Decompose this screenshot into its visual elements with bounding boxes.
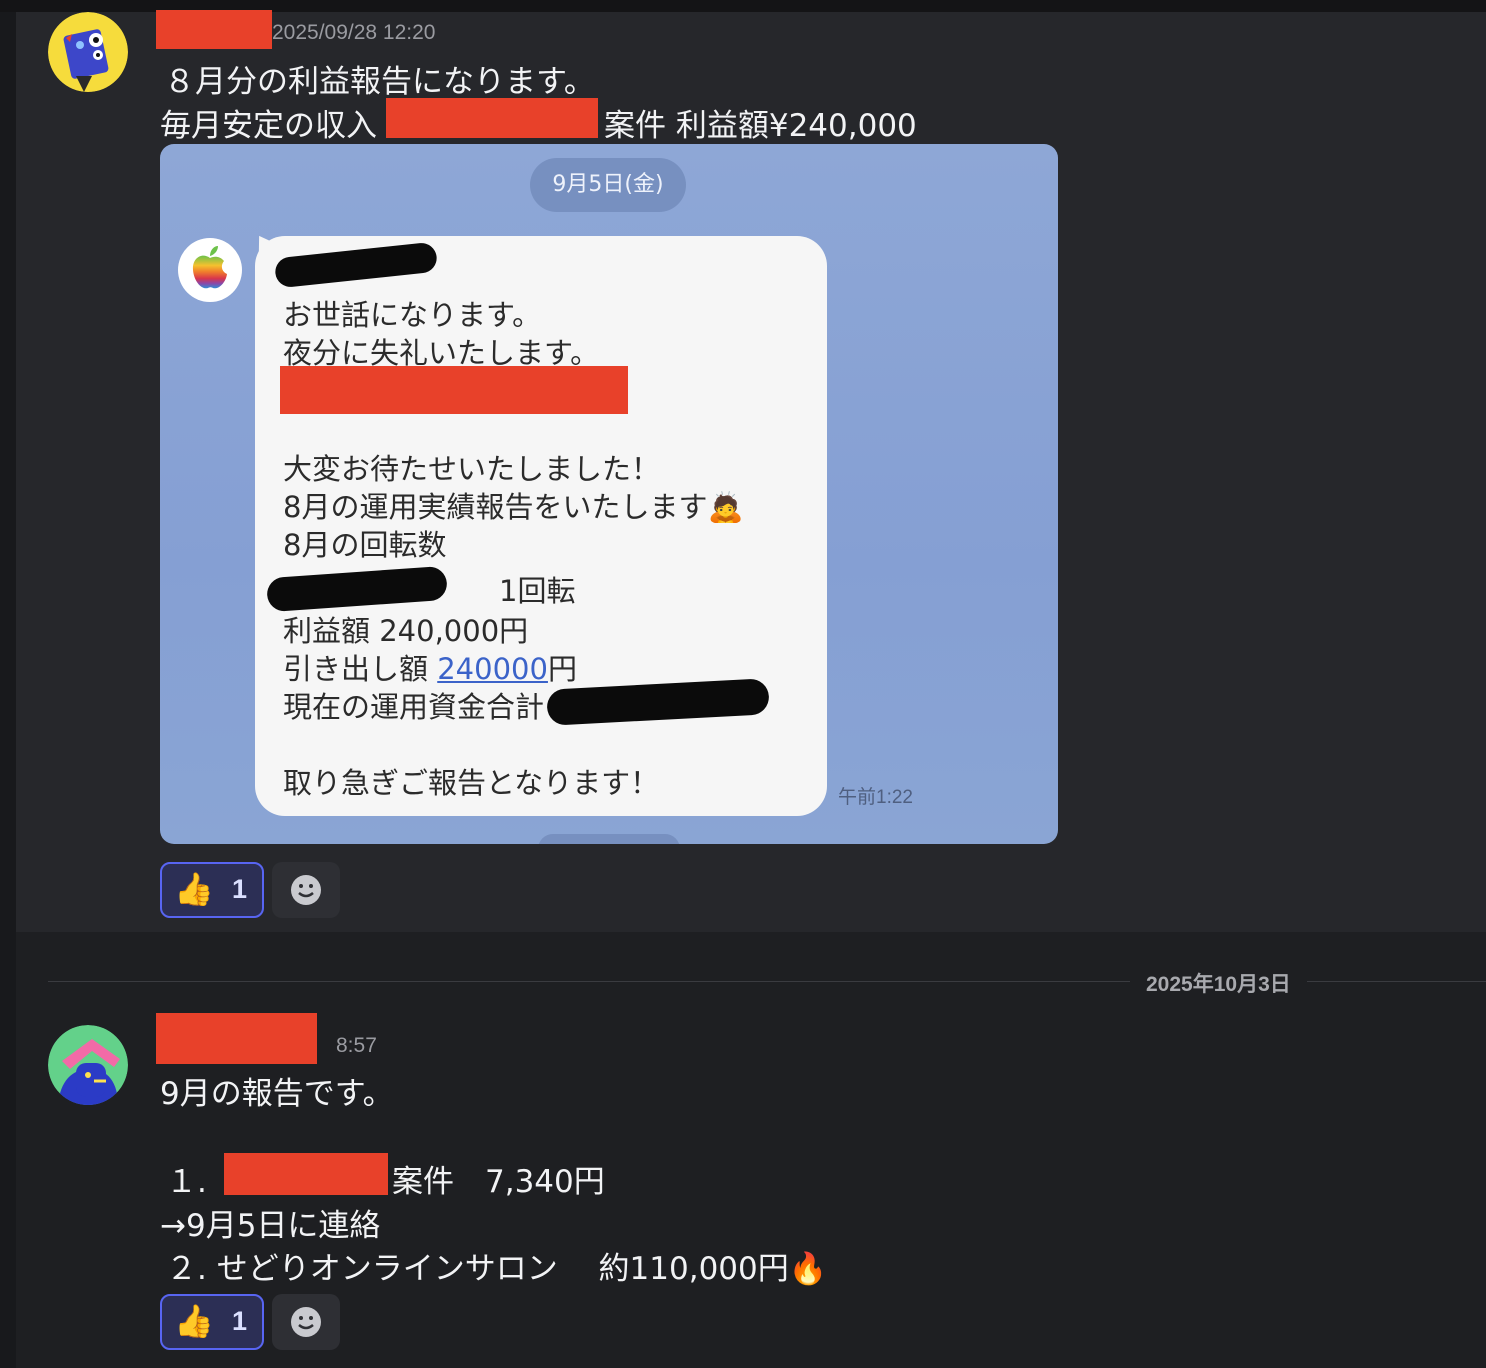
message-text-line: ２. せどりオンラインサロン 約110,000円🔥	[166, 1251, 828, 1287]
message-time: 午前1:22	[838, 787, 913, 808]
message-timestamp: 2025/09/28 12:20	[272, 21, 436, 44]
username-redacted	[156, 10, 272, 49]
bubble-line: 現在の運用資金合計	[283, 690, 545, 724]
date-pill: 9月5日(金)	[530, 158, 686, 212]
message-text-line: 毎月安定の収入	[160, 108, 377, 144]
withdrawal-amount-link[interactable]: 240000	[437, 652, 548, 686]
thumbs-up-reaction[interactable]: 👍 1	[160, 862, 264, 918]
date-divider-label: 2025年10月3日	[1130, 968, 1307, 998]
bubble-line: 取り急ぎご報告となります！	[283, 766, 660, 800]
message-text-line: １.	[166, 1164, 207, 1200]
message-text-line: 9月の報告です。	[160, 1076, 394, 1112]
user-avatar-2[interactable]	[48, 1025, 128, 1105]
add-reaction-button[interactable]	[272, 1294, 340, 1350]
scribble-redaction	[266, 565, 448, 613]
thumbs-up-icon: 👍	[174, 870, 214, 908]
yen-unit: 円	[547, 652, 577, 686]
smiley-icon	[291, 875, 321, 905]
reaction-count: 1	[232, 874, 248, 904]
bubble-line: 大変お待たせいたしました！	[283, 452, 661, 486]
thumbs-up-icon: 👍	[174, 1302, 214, 1340]
bubble-line: 1回転	[499, 574, 576, 608]
chat-bubble: お世話になります。 夜分に失礼いたします。 大変お待たせいたしました！ 8月の運…	[255, 236, 827, 816]
bubble-line: 利益額 240,000円	[283, 614, 529, 648]
message-text-line: 案件 7,340円	[392, 1164, 605, 1200]
withdrawal-label: 引き出し額	[283, 652, 429, 686]
message-text-line: →9月5日に連絡	[160, 1208, 381, 1244]
next-date-pill	[538, 834, 680, 844]
reaction-count: 1	[232, 1306, 248, 1336]
image-attachment[interactable]: 9月5日(金) お世話になります。 夜分に失礼いたします。 大変お待たせいたしま…	[160, 144, 1058, 844]
message-text-line: 案件 利益額¥240,000	[604, 108, 917, 144]
message-timestamp: 8:57	[336, 1034, 377, 1057]
smiley-icon	[291, 1307, 321, 1337]
user-avatar-1[interactable]	[48, 12, 128, 92]
bubble-line: 引き出し額 240000円	[283, 646, 577, 688]
apple-logo-icon	[192, 246, 227, 289]
bubble-line: 8月の運用実績報告をいたします🙇	[283, 490, 744, 524]
bubble-line: 8月の回転数	[283, 528, 447, 562]
text-redacted	[386, 98, 598, 138]
thumbs-up-reaction[interactable]: 👍 1	[160, 1294, 264, 1350]
text-redacted	[224, 1153, 388, 1195]
sender-avatar	[178, 238, 242, 302]
scribble-redaction	[546, 678, 770, 726]
bubble-line: お世話になります。	[283, 298, 542, 332]
scribble-redaction	[273, 241, 439, 289]
add-reaction-button[interactable]	[272, 862, 340, 918]
left-edge	[0, 12, 16, 1368]
message-text-line: ８月分の利益報告になります。	[164, 64, 595, 100]
username-redacted	[156, 1013, 317, 1064]
text-redacted	[280, 366, 628, 414]
